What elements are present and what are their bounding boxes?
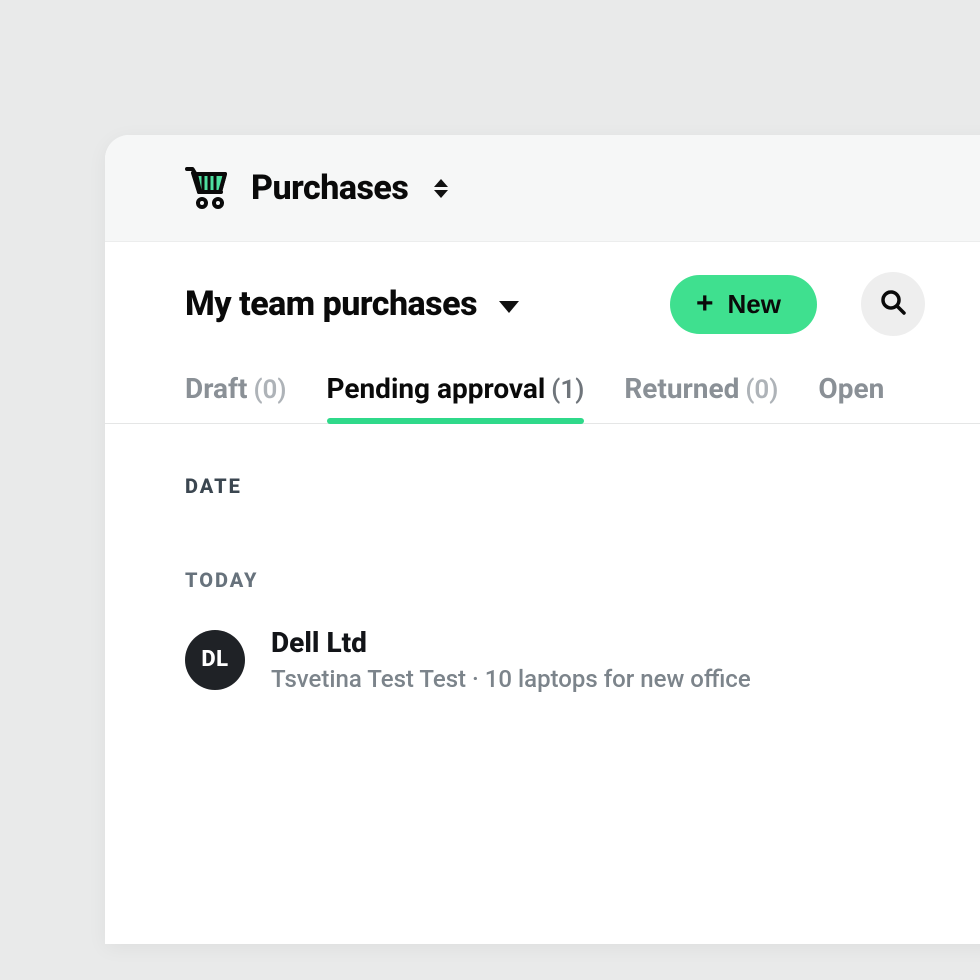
purchase-row[interactable]: DL Dell Ltd Tsvetina Test Test · 10 lapt… xyxy=(185,626,925,693)
tab-label: Open xyxy=(818,372,884,405)
search-button[interactable] xyxy=(861,272,925,336)
tab-count: (0) xyxy=(745,375,778,405)
tab-open[interactable]: Open xyxy=(818,372,890,423)
section-dropdown[interactable]: My team purchases xyxy=(185,284,519,324)
search-icon xyxy=(879,288,907,320)
vendor-avatar: DL xyxy=(185,630,245,690)
tab-label: Draft xyxy=(185,372,247,405)
row-text: Dell Ltd Tsvetina Test Test · 10 laptops… xyxy=(271,626,751,693)
module-switcher[interactable]: Purchases xyxy=(105,135,980,242)
tab-label: Pending approval xyxy=(327,372,546,405)
list-body: DATE TODAY DL Dell Ltd Tsvetina Test Tes… xyxy=(105,424,980,944)
module-title: Purchases xyxy=(251,168,408,208)
chevron-up-down-icon xyxy=(434,179,448,198)
new-button-label: New xyxy=(728,289,781,320)
section-header: My team purchases + New xyxy=(105,242,980,346)
tab-label: Returned xyxy=(624,372,739,405)
status-tabs: Draft (0) Pending approval (1) Returned … xyxy=(105,346,980,424)
new-button[interactable]: + New xyxy=(670,275,817,334)
app-window: Purchases My team purchases + New xyxy=(105,135,980,944)
vendor-name: Dell Ltd xyxy=(271,626,751,659)
tab-draft[interactable]: Draft (0) xyxy=(185,372,287,423)
tab-returned[interactable]: Returned (0) xyxy=(624,372,778,423)
cart-icon xyxy=(185,167,229,209)
tab-count: (1) xyxy=(551,375,584,405)
section-title: My team purchases xyxy=(185,284,477,324)
tab-count: (0) xyxy=(253,375,286,405)
row-subtitle: Tsvetina Test Test · 10 laptops for new … xyxy=(271,665,751,693)
column-header-date: DATE xyxy=(185,474,925,498)
plus-icon: + xyxy=(696,289,714,319)
chevron-down-icon xyxy=(499,301,519,313)
tab-pending-approval[interactable]: Pending approval (1) xyxy=(327,372,585,423)
group-label-today: TODAY xyxy=(185,568,925,592)
